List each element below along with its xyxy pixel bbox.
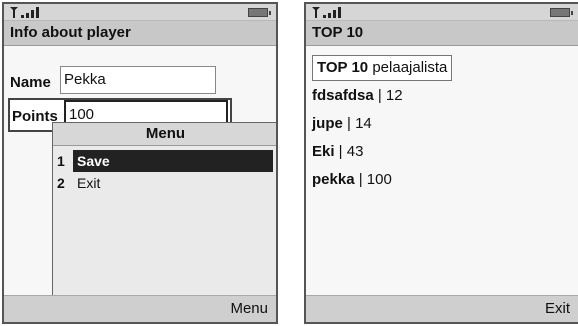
list-item[interactable]: pekka | 100 — [312, 166, 572, 194]
separator: | — [334, 143, 347, 160]
menu-item-number: 1 — [57, 153, 65, 169]
softkey-menu[interactable]: Menu — [4, 295, 276, 322]
status-bar — [4, 4, 276, 21]
battery-icon — [248, 8, 271, 17]
signal-icon — [312, 7, 341, 18]
list-header-box: TOP 10 pelaajalista — [312, 55, 453, 81]
list-header[interactable]: TOP 10 pelaajalista — [312, 54, 572, 82]
player-score: 43 — [346, 143, 364, 160]
player-name: pekka — [312, 171, 355, 188]
separator: | — [373, 87, 386, 104]
separator: | — [342, 115, 356, 132]
menu-title: Menu — [53, 123, 276, 146]
list-item[interactable]: jupe | 14 — [312, 110, 572, 138]
name-field[interactable]: Pekka — [60, 66, 216, 94]
menu-item-label: Save — [73, 150, 273, 172]
list-content: TOP 10 pelaajalista fdsafdsa | 12 jupe |… — [306, 46, 578, 296]
list-item[interactable]: fdsafdsa | 12 — [312, 82, 572, 110]
separator: | — [354, 171, 367, 188]
player-score: 14 — [355, 115, 372, 132]
list-item[interactable]: Eki | 43 — [312, 138, 572, 166]
phone-screen-right: TOP 10 TOP 10 pelaajalista fdsafdsa | 12… — [304, 2, 578, 324]
battery-icon — [550, 8, 573, 17]
top10-list: TOP 10 pelaajalista fdsafdsa | 12 jupe |… — [312, 54, 572, 194]
softkey-exit[interactable]: Exit — [306, 295, 578, 322]
phone-screen-left: Info about player Name Pekka Points 100 … — [2, 2, 278, 324]
options-menu: Menu 1 Save 2 Exit — [52, 122, 276, 295]
screen-title: Info about player — [4, 21, 276, 46]
player-score: 12 — [385, 87, 403, 104]
menu-item-number: 2 — [57, 175, 65, 191]
list-header-subtitle: pelaajalista — [372, 59, 448, 76]
list-header-title: TOP 10 — [317, 59, 369, 76]
player-score: 100 — [366, 171, 392, 188]
screen-title: TOP 10 — [306, 21, 578, 46]
menu-item-label: Exit — [77, 175, 101, 191]
name-label: Name — [10, 74, 51, 91]
menu-item-exit[interactable]: 2 Exit — [53, 172, 276, 194]
menu-item-save[interactable]: 1 Save — [53, 150, 276, 172]
player-name: jupe — [312, 115, 343, 132]
player-name: Eki — [312, 143, 335, 160]
points-label: Points — [12, 108, 58, 125]
signal-icon — [10, 7, 39, 18]
status-bar — [306, 4, 578, 21]
player-name: fdsafdsa — [312, 87, 374, 104]
